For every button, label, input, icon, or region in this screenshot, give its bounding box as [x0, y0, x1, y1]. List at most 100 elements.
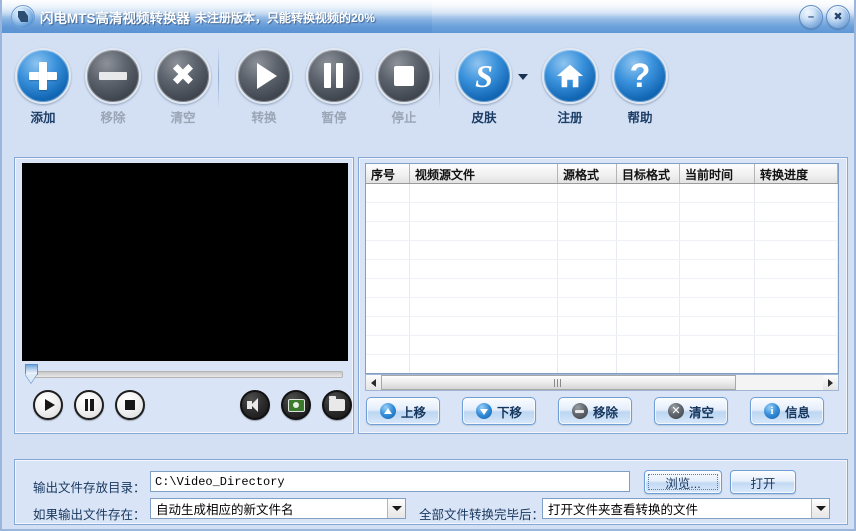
table-cell: [617, 279, 680, 297]
window-title: 闪电MTS高清视频转换器: [40, 11, 190, 26]
toolbar-button-convert[interactable]: 转换: [232, 48, 296, 126]
list-action-minus-button[interactable]: 移除: [558, 397, 632, 425]
chevron-down-icon[interactable]: [387, 499, 405, 518]
table-cell: [617, 298, 680, 316]
table-row[interactable]: [366, 260, 838, 279]
toolbar-label-add: 添加: [30, 111, 56, 125]
seek-track: [33, 371, 343, 378]
table-cell: [755, 260, 838, 278]
seek-slider[interactable]: [25, 364, 343, 383]
table-cell: [755, 203, 838, 221]
column-header-1[interactable]: 视频源文件: [410, 164, 558, 183]
table-cell: [366, 260, 410, 278]
table-row[interactable]: [366, 222, 838, 241]
scrollbar-thumb[interactable]: [381, 375, 736, 390]
toolbar-label-help: 帮助: [627, 111, 653, 125]
scroll-left-arrow-icon[interactable]: [366, 375, 381, 390]
window-controls: – ✖: [799, 5, 850, 29]
list-action-up-button[interactable]: 上移: [366, 397, 440, 425]
table-cell: [410, 184, 558, 202]
preview-snapshot-button[interactable]: [281, 390, 311, 420]
table-row[interactable]: [366, 279, 838, 298]
minus-circle-icon: [571, 403, 588, 419]
column-header-3[interactable]: 目标格式: [617, 164, 680, 183]
chevron-down-icon[interactable]: [518, 74, 528, 80]
preview-stop-button[interactable]: [115, 390, 145, 420]
table-row[interactable]: [366, 203, 838, 222]
list-action-down-button[interactable]: 下移: [462, 397, 536, 425]
toolbar-button-remove[interactable]: 移除: [81, 48, 145, 126]
table-cell: [410, 279, 558, 297]
table-cell: [410, 260, 558, 278]
table-cell: [680, 355, 755, 373]
output-directory-label: 输出文件存放目录：: [33, 481, 146, 495]
table-cell: [366, 317, 410, 335]
toolbar-button-clear[interactable]: ✖ 清空: [151, 48, 215, 126]
table-row[interactable]: [366, 298, 838, 317]
scrollbar-track[interactable]: [381, 375, 823, 390]
seek-thumb[interactable]: [25, 364, 38, 383]
table-cell: [558, 317, 617, 335]
table-cell: [410, 317, 558, 335]
table-cell: [410, 298, 558, 316]
main-toolbar: 添加 移除 ✖ 清空 转换 暂停 停止 S 皮肤 注册 ? 帮助: [2, 33, 854, 136]
preview-play-button[interactable]: [33, 390, 63, 420]
column-header-2[interactable]: 源格式: [558, 164, 617, 183]
toolbar-button-help[interactable]: ? 帮助: [608, 48, 672, 126]
file-exists-value: 自动生成相应的新文件名: [156, 503, 294, 517]
title-bar: 闪电MTS高清视频转换器 未注册版本，只能转换视频的20% – ✖: [2, 0, 854, 33]
play-icon: [35, 392, 61, 418]
toolbar-label-convert: 转换: [251, 111, 277, 125]
table-cell: [558, 222, 617, 240]
file-list-horizontal-scrollbar[interactable]: [365, 374, 839, 391]
toolbar-button-pause[interactable]: 暂停: [302, 48, 366, 126]
scroll-right-arrow-icon[interactable]: [823, 375, 838, 390]
video-preview-surface[interactable]: [22, 163, 348, 361]
open-button[interactable]: 打开: [730, 470, 796, 494]
toolbar-button-stop[interactable]: 停止: [372, 48, 436, 126]
skin-s-icon: S: [456, 48, 512, 104]
table-cell: [410, 203, 558, 221]
file-list-body[interactable]: [366, 184, 838, 373]
table-cell: [755, 355, 838, 373]
table-cell: [366, 222, 410, 240]
stop-icon: [117, 392, 143, 418]
toolbar-button-add[interactable]: 添加: [11, 48, 75, 126]
close-button[interactable]: ✖: [826, 5, 850, 29]
after-convert-select[interactable]: 打开文件夹查看转换的文件: [542, 498, 830, 519]
table-row[interactable]: [366, 184, 838, 203]
table-cell: [558, 241, 617, 259]
list-action-info-button[interactable]: i 信息: [750, 397, 824, 425]
table-row[interactable]: [366, 317, 838, 336]
minimize-button[interactable]: –: [799, 5, 823, 29]
browse-button[interactable]: 浏览...: [644, 470, 722, 494]
chevron-down-icon[interactable]: [811, 499, 829, 518]
table-row[interactable]: [366, 336, 838, 355]
list-action-x-button[interactable]: ✕ 清空: [654, 397, 728, 425]
toolbar-button-skin[interactable]: S 皮肤: [452, 48, 516, 126]
file-exists-select[interactable]: 自动生成相应的新文件名: [150, 498, 406, 519]
table-cell: [617, 317, 680, 335]
table-cell: [558, 298, 617, 316]
table-cell: [680, 317, 755, 335]
preview-pause-button[interactable]: [74, 390, 104, 420]
toolbar-button-register[interactable]: 注册: [538, 48, 602, 126]
preview-open-folder-button[interactable]: [322, 390, 352, 420]
table-cell: [755, 336, 838, 354]
arrow-down-icon: [475, 403, 492, 419]
column-header-4[interactable]: 当前时间: [680, 164, 755, 183]
table-cell: [617, 203, 680, 221]
table-row[interactable]: [366, 355, 838, 373]
folder-open-icon: [324, 392, 350, 418]
after-convert-label: 全部文件转换完毕后：: [419, 508, 545, 522]
table-cell: [558, 260, 617, 278]
file-list-table[interactable]: 序号 视频源文件 源格式 目标格式 当前时间 转换进度: [365, 163, 839, 374]
preview-volume-button[interactable]: [240, 390, 270, 420]
pause-icon: [76, 392, 102, 418]
table-row[interactable]: [366, 241, 838, 260]
output-directory-input[interactable]: [150, 471, 630, 492]
app-logo-icon: [11, 5, 35, 29]
list-action-label: 下移: [496, 405, 522, 420]
column-header-5[interactable]: 转换进度: [755, 164, 838, 183]
column-header-0[interactable]: 序号: [366, 164, 410, 183]
